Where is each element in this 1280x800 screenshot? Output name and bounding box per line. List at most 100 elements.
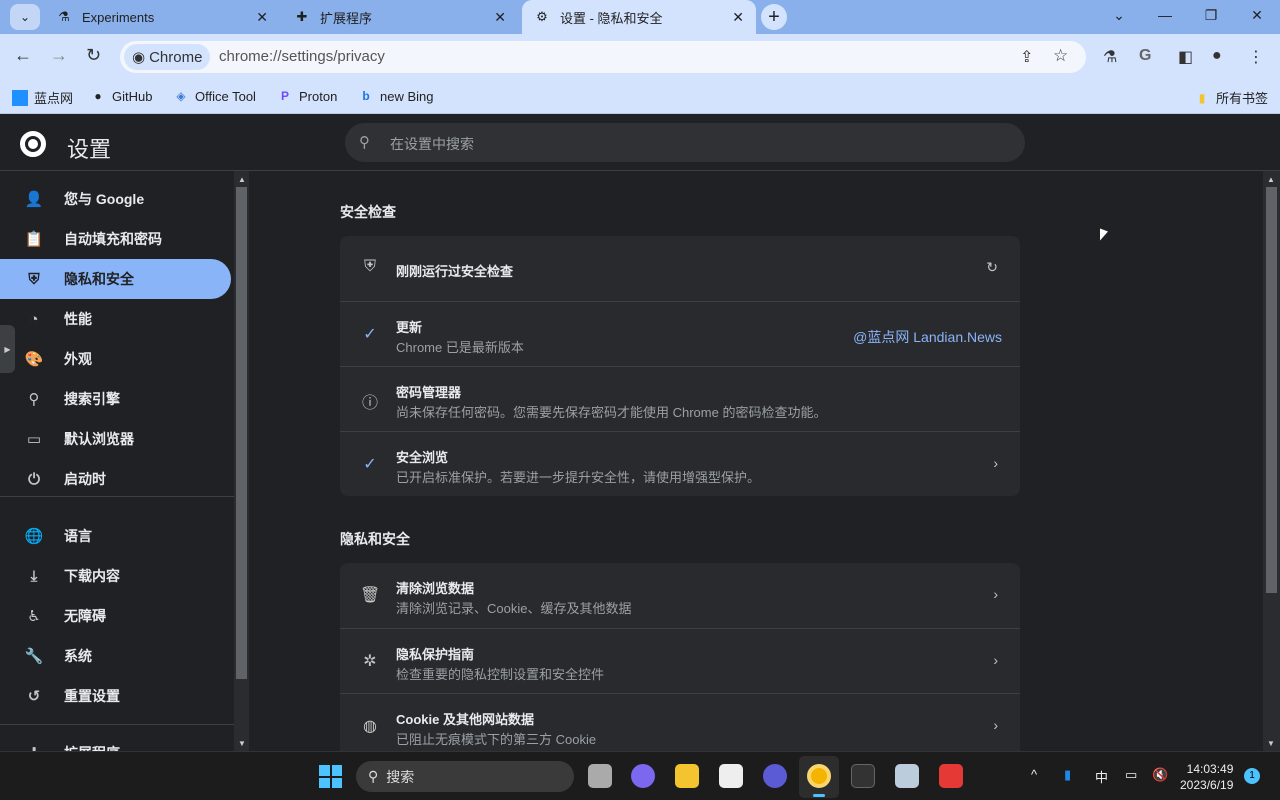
resource-monitor-icon[interactable] <box>895 764 919 788</box>
sidebar-item[interactable]: ▭ 默认浏览器 <box>0 419 231 459</box>
privacy-row-guide[interactable]: ✲ 隐私保护指南 检查重要的隐私控制设置和安全控件 › <box>340 628 1020 693</box>
refresh-icon[interactable]: ↻ <box>986 259 998 276</box>
store-icon[interactable] <box>719 764 743 788</box>
sidebar-item-label: 性能 <box>64 311 92 327</box>
info-icon: ⓘ <box>361 395 378 412</box>
tab-experiments[interactable]: ⚗ Experiments ✕ <box>44 0 280 34</box>
bookmarks-bar: 蓝点网 ● GitHub ◈ Office Tool P Proton b new Bi… <box>0 80 1280 114</box>
bookmark[interactable]: ◈ Office Tool <box>173 88 256 104</box>
side-panel-icon[interactable]: ◧ <box>1178 47 1193 67</box>
new-tab-button[interactable]: + <box>761 4 787 30</box>
close-tab-icon[interactable]: ✕ <box>732 9 744 26</box>
search-icon: ⚲ <box>28 391 40 408</box>
sidebar-item[interactable]: ♿ 无障碍 <box>0 596 231 636</box>
chrome-canary-taskbar[interactable] <box>799 756 839 798</box>
sidebar-item[interactable]: ⚲ 搜索引擎 <box>0 379 231 419</box>
sidebar-item[interactable]: 🔧 系统 <box>0 636 231 676</box>
sidebar-scrollbar[interactable]: ▲ ▼ <box>234 171 249 751</box>
sidebar-item[interactable]: ↺ 重置设置 <box>0 676 231 716</box>
volume-muted-icon[interactable]: 🔇 <box>1152 767 1168 783</box>
sidebar-item[interactable]: ◔ 性能 <box>0 299 231 339</box>
safety-row-safe-browsing[interactable]: ✓ 安全浏览 已开启标准保护。若要进一步提升安全性，请使用增强型保护。 › <box>340 431 1020 496</box>
chevron-up-icon[interactable]: ^ <box>1031 767 1037 782</box>
close-tab-icon[interactable]: ✕ <box>494 9 506 26</box>
bookmark[interactable]: P Proton <box>277 88 337 104</box>
site-info-chip[interactable]: ◉ Chrome <box>124 44 211 70</box>
share-icon[interactable]: ⇪ <box>1020 47 1033 67</box>
compass-icon: ✲ <box>363 653 377 670</box>
tab-list-icon[interactable]: ⌄ <box>1096 0 1142 30</box>
profile-avatar[interactable]: ● <box>1212 47 1222 65</box>
tab-label: Experiments <box>82 9 155 25</box>
google-icon[interactable]: G <box>1139 47 1151 65</box>
maximize-button[interactable]: ❐ <box>1188 0 1234 30</box>
start-button[interactable] <box>319 765 342 788</box>
chip-label: Chrome <box>149 48 203 66</box>
safety-row-update: ✓ 更新 Chrome 已是最新版本 @蓝点网 Landian.News <box>340 301 1020 366</box>
star-icon[interactable]: ☆ <box>1053 46 1068 66</box>
tab-search-button[interactable]: ⌄ <box>10 4 40 30</box>
taskbar-search[interactable]: ⚲ 搜索 <box>356 761 574 792</box>
privacy-row-clear-data[interactable]: 🗑 清除浏览数据 清除浏览记录、Cookie、缓存及其他数据 › <box>340 563 1020 628</box>
palette-icon: 🎨 <box>24 351 44 368</box>
chevron-right-icon: › <box>993 455 998 471</box>
clock[interactable]: 14:03:49 2023/6/19 <box>1180 761 1233 793</box>
row-title: 隐私保护指南 <box>396 647 475 662</box>
file-explorer-icon[interactable] <box>675 764 699 788</box>
sidebar-item[interactable]: ⏻ 启动时 <box>0 459 231 499</box>
bookmark[interactable]: 蓝点网 <box>12 88 73 107</box>
row-title: 更新 <box>396 320 423 335</box>
close-window-button[interactable]: ✕ <box>1234 0 1280 30</box>
sidebar-toggle-handle[interactable]: ▶ <box>0 325 15 373</box>
bookmark[interactable]: ● GitHub <box>90 88 152 104</box>
row-subtitle: 已开启标准保护。若要进一步提升安全性，请使用增强型保护。 <box>396 470 761 485</box>
sidebar-item[interactable]: 🎨 外观 <box>0 339 231 379</box>
chevron-right-icon: › <box>993 717 998 733</box>
landian-icon <box>12 89 28 106</box>
all-bookmarks[interactable]: ▮ 所有书签 <box>1194 88 1268 107</box>
task-view-icon[interactable] <box>588 764 612 788</box>
sidebar-item[interactable]: ⤓ 下载内容 <box>0 556 231 596</box>
vivaldi-icon[interactable] <box>939 764 963 788</box>
scroll-down-icon[interactable]: ▼ <box>1267 739 1275 748</box>
tab-extensions[interactable]: ✚ 扩展程序 ✕ <box>282 0 518 34</box>
firefox-icon[interactable] <box>763 764 787 788</box>
main-scrollbar[interactable]: ▲ ▼ <box>1263 171 1280 751</box>
cookie-icon: ◍ <box>363 718 377 735</box>
network-icon[interactable]: ▭ <box>1125 767 1137 783</box>
menu-icon[interactable]: ⋮ <box>1248 47 1264 67</box>
scroll-down-icon[interactable]: ▼ <box>238 739 246 748</box>
forward-icon[interactable]: → <box>50 45 68 66</box>
row-title: Cookie 及其他网站数据 <box>396 712 534 727</box>
download-icon: ⤓ <box>30 567 38 585</box>
url-text[interactable]: chrome://settings/privacy <box>219 48 385 65</box>
reload-icon[interactable]: ↻ <box>86 45 101 66</box>
scroll-up-icon[interactable]: ▲ <box>238 175 246 184</box>
tray-app-icon[interactable]: ▮ <box>1064 767 1071 783</box>
scrollbar-thumb[interactable] <box>1266 187 1277 593</box>
sidebar-item[interactable]: 📋 自动填充和密码 <box>0 219 231 259</box>
labs-icon[interactable]: ⚗ <box>1103 47 1117 67</box>
scroll-up-icon[interactable]: ▲ <box>1267 175 1275 184</box>
back-icon[interactable]: ← <box>14 45 32 66</box>
bookmark[interactable]: b new Bing <box>358 88 433 104</box>
address-bar[interactable]: ◉ Chrome chrome://settings/privacy ⇪ ☆ <box>120 41 1086 73</box>
close-tab-icon[interactable]: ✕ <box>256 9 268 26</box>
minimize-button[interactable]: — <box>1142 0 1188 30</box>
sidebar-item[interactable]: ✚ 扩展程序 <box>0 733 231 751</box>
privacy-row-cookies[interactable]: ◍ Cookie 及其他网站数据 已阻止无痕模式下的第三方 Cookie › <box>340 693 1020 758</box>
scrollbar-thumb[interactable] <box>236 187 247 679</box>
sidebar-item[interactable]: 👤 您与 Google <box>0 179 231 219</box>
settings-search-input[interactable]: ⚲ 在设置中搜索 <box>345 123 1025 162</box>
sidebar-item[interactable]: ⛨ 隐私和安全 <box>0 259 231 299</box>
bookmark-label: 所有书签 <box>1216 91 1269 106</box>
terminal-icon[interactable] <box>851 764 875 788</box>
sidebar-item[interactable]: 🌐 语言 <box>0 516 231 556</box>
section-title-privacy: 隐私和安全 <box>340 531 410 547</box>
teams-icon[interactable] <box>631 764 655 788</box>
safety-row-status: ⛨ 刚刚运行过安全检查 ↻ <box>340 236 1020 301</box>
notification-badge[interactable]: 1 <box>1244 768 1260 784</box>
tab-settings[interactable]: ⚙ 设置 - 隐私和安全 ✕ <box>522 0 756 34</box>
ime-indicator[interactable]: 中 <box>1095 767 1108 786</box>
search-icon: ⚲ <box>368 768 379 784</box>
